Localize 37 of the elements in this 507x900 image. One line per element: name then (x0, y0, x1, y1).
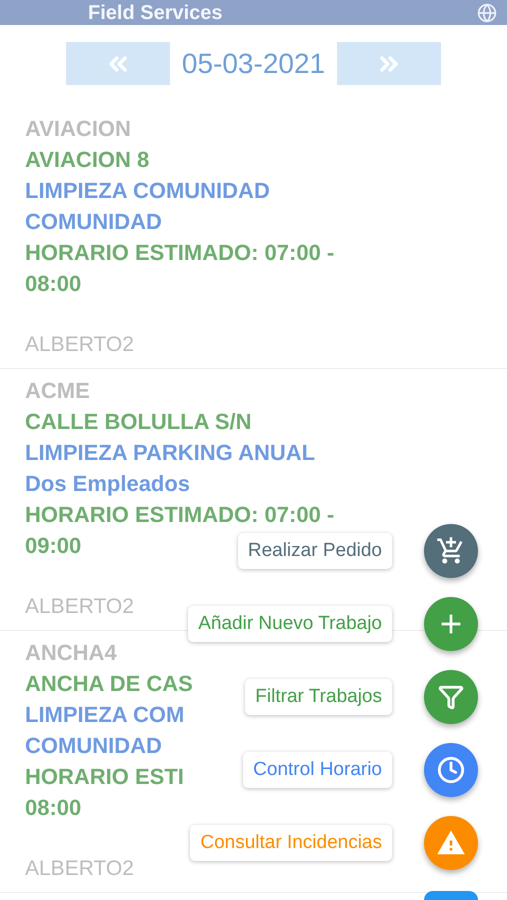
job-detail: 08:00 (25, 794, 82, 822)
job-detail: LIMPIEZA PARKING ANUAL (25, 439, 316, 467)
job-detail: 09:00 (25, 532, 82, 560)
date-label: 05-03-2021 (182, 48, 326, 80)
job-detail: LIMPIEZA COM (25, 701, 184, 729)
action-label[interactable]: Añadir Nuevo Trabajo (188, 606, 392, 642)
job-detail: 08:00 (25, 270, 82, 298)
job-detail: COMUNIDAD (25, 732, 162, 760)
client-name: ANCHA4 (25, 639, 118, 667)
job-detail: AVIACION 8 (25, 146, 150, 174)
action-label[interactable]: Filtrar Trabajos (245, 679, 392, 715)
job-detail: HORARIO ESTI (25, 763, 184, 791)
worker-name: ALBERTO2 (25, 856, 135, 882)
job-detail: HORARIO ESTIMADO: 07:00 - (25, 501, 334, 529)
warning-button[interactable] (424, 816, 478, 870)
order-button[interactable] (424, 524, 478, 578)
action-label[interactable]: Consultar Incidencias (190, 825, 392, 861)
job-detail: ANCHA DE CAS (25, 670, 193, 698)
globe-icon[interactable] (477, 2, 497, 22)
worker-name: ALBERTO2 (25, 332, 135, 358)
client-name: AVIACION (25, 115, 132, 143)
action-label[interactable]: Control Horario (243, 752, 392, 788)
action-label[interactable]: Realizar Pedido (238, 533, 392, 569)
worker-name: ALBERTO2 (25, 594, 135, 620)
clock-button[interactable] (424, 743, 478, 797)
job-detail: COMUNIDAD (25, 208, 162, 236)
job-detail: LIMPIEZA COMUNIDAD (25, 177, 270, 205)
header-title: Field Services (88, 2, 223, 24)
job-detail: Dos Empleados (25, 470, 190, 498)
filter-button[interactable] (424, 670, 478, 724)
job-detail: CALLE BOLULLA S/N (25, 408, 252, 436)
clock-icon (437, 756, 465, 784)
client-name: ACME (25, 377, 91, 405)
add-button[interactable] (424, 597, 478, 651)
filter-icon (438, 684, 464, 710)
job-detail: HORARIO ESTIMADO: 07:00 - (25, 239, 334, 267)
main-fab-button[interactable] (424, 891, 478, 900)
